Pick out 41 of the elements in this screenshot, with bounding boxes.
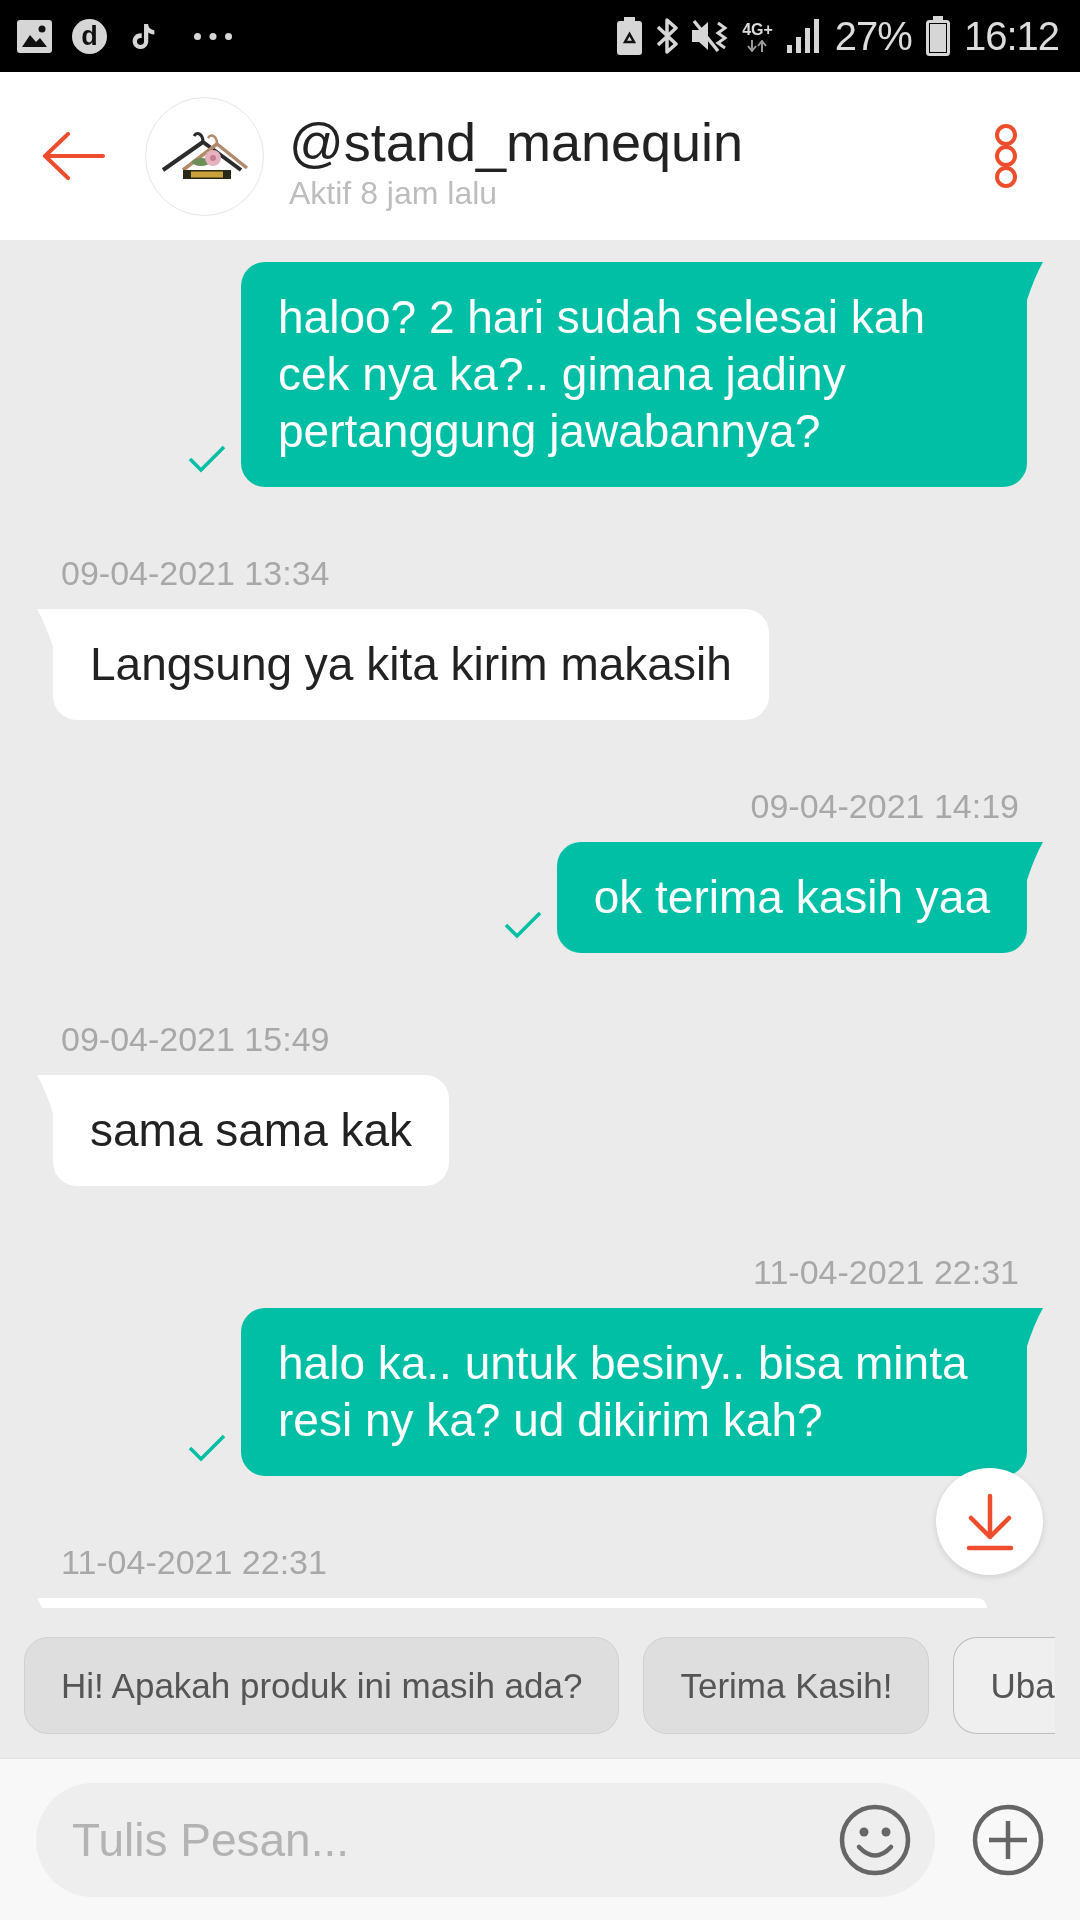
bubble-tail-icon: [1027, 262, 1043, 300]
message-time: 11-04-2021 22:31: [753, 1252, 1019, 1292]
back-button[interactable]: [41, 132, 105, 180]
quick-reply-chip[interactable]: Terima Kasih!: [643, 1637, 930, 1734]
message-time: 09-04-2021 14:19: [750, 786, 1019, 826]
message-bubble: halo ka.. untuk besiny.. bisa minta resi ny ka? ud dikirim kah?: [241, 1308, 1027, 1476]
clock: 16:12: [963, 14, 1059, 58]
chat-title: @stand_manequin: [289, 111, 744, 173]
mute-icon: [692, 19, 729, 53]
bubble-tail-icon: [1027, 842, 1043, 880]
add-button[interactable]: [972, 1803, 1044, 1876]
more-icon: [994, 124, 1018, 188]
signal-icon: [786, 19, 821, 53]
quick-reply-chip[interactable]: Uba: [953, 1637, 1055, 1734]
message-bubble: ok terima kasih yaa: [556, 842, 1027, 953]
music-note-icon: [131, 23, 156, 49]
quick-reply-chip[interactable]: Hi! Apakah produk ini masih ada?: [24, 1637, 620, 1734]
plus-icon: [972, 1803, 1044, 1876]
message-time: 09-04-2021 15:49: [61, 1019, 330, 1059]
battery-saver-icon: [617, 17, 643, 55]
smiley-icon: [839, 1803, 911, 1876]
bubble-tail-icon: [1027, 1308, 1043, 1346]
more-icon: [194, 32, 232, 40]
message-time: 11-04-2021 22:31: [61, 1542, 327, 1582]
back-icon: [41, 132, 105, 180]
app-logo: d: [72, 18, 107, 54]
arrow-down-icon: [965, 1492, 1014, 1551]
input-field[interactable]: Tulis Pesan...: [36, 1782, 935, 1897]
battery-icon: [925, 16, 950, 56]
emoji-button[interactable]: [839, 1803, 911, 1876]
image-icon: [17, 19, 52, 53]
message-time: 09-04-2021 13:34: [61, 553, 330, 593]
message-bubble: Langsung ya kita kirim makasih: [53, 609, 769, 720]
battery-percent: 27%: [834, 14, 912, 58]
network-type-label: 4G+: [742, 20, 773, 38]
bluetooth-icon: [656, 17, 679, 55]
more-menu-button[interactable]: [994, 124, 1018, 188]
last-active-status: Aktif 8 jam lalu: [289, 174, 498, 213]
data-arrows-icon: [747, 39, 768, 52]
message-bubble: sama sama kak: [53, 1075, 450, 1186]
message-bubble: haloo? 2 hari sudah selesai kah cek nya ka?.. gimana jadiny pertanggung jawabannya?: [241, 262, 1027, 487]
